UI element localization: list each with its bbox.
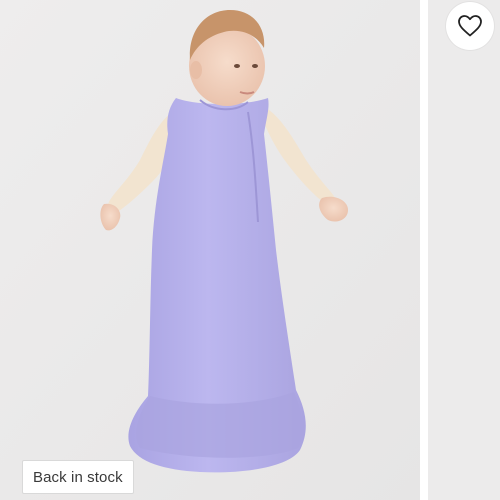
heart-outline-icon (458, 15, 482, 37)
next-product-card[interactable] (428, 0, 500, 500)
favorite-button[interactable] (446, 2, 494, 50)
status-badge: Back in stock (22, 460, 134, 494)
status-badge-label: Back in stock (33, 468, 123, 486)
product-image[interactable] (0, 0, 420, 500)
product-card[interactable]: Back in stock (0, 0, 420, 500)
